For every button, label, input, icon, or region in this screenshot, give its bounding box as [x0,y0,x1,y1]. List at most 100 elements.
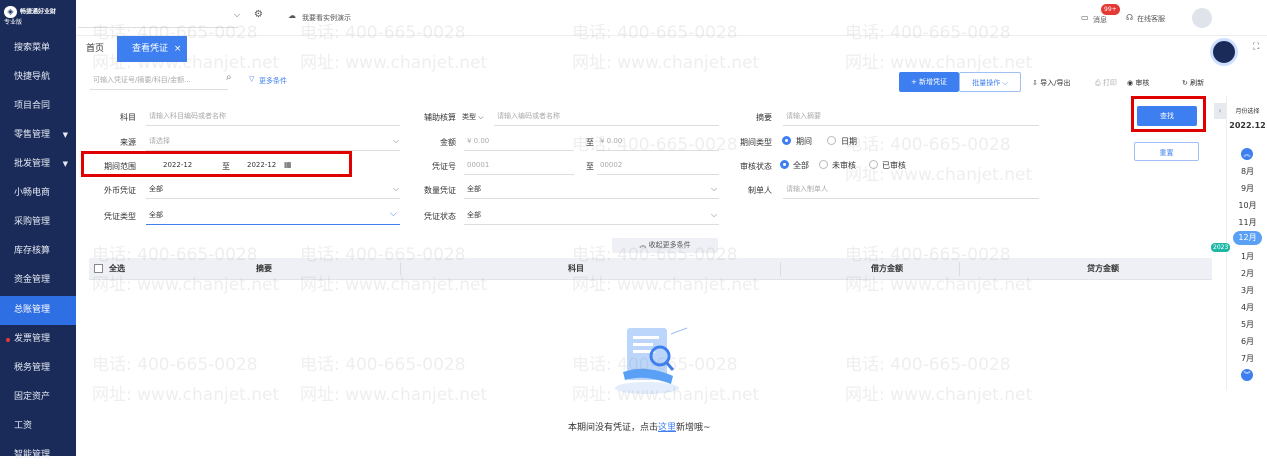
month-item[interactable]: 5月 [1227,319,1267,330]
sidebar-item-invoice[interactable]: 发票管理 [0,325,76,354]
currency-select[interactable]: 全部 [146,179,400,199]
more-conditions-link[interactable]: 更多条件 [259,76,287,86]
highlight-period-range [81,151,352,177]
fullscreen-icon[interactable]: ⛶ [1253,42,1259,52]
filter-bar: 可输入凭证号/摘要/科目/金额... ⌕ ▽ 更多条件 + 新增凭证 批量操作 … [76,66,1212,98]
sidebar-item-wholesale[interactable]: 批发管理 ▼ [0,150,76,179]
collapse-conditions-button[interactable]: ︽ 收起更多条件 [612,238,718,253]
highlight-search-button [1131,96,1206,132]
chevron-down-icon: ⌵ [711,210,718,219]
gear-icon[interactable]: ⚙ [254,9,263,20]
date-radio-icon[interactable] [827,136,836,145]
watermark: 网址: www.chanjet.net [300,385,488,405]
empty-document-icon [615,327,688,394]
month-item[interactable]: 9月 [1227,183,1267,194]
source-select[interactable]: 请选择 [146,131,400,151]
summary-input[interactable]: 请输入摘要 [783,106,1039,126]
scroll-up-icon[interactable]: ︽ [1241,148,1253,160]
sidebar-item-general-ledger[interactable]: 总账管理 [0,296,76,325]
assistant-robot-icon[interactable] [1210,38,1238,66]
top-bar: ⌵ ⚙ ☁ 我要看实例演示 ▭ 消息 99+ ☊ 在线客服 [76,0,1267,36]
qty-select[interactable]: 全部 [464,179,719,199]
vtype-label: 凭证类型 [104,212,136,221]
sidebar-item-search-menu[interactable]: 搜索菜单 [0,34,76,63]
month-item[interactable]: 11月 [1227,217,1267,228]
watermark: 电话: 400-665-0028 [92,355,258,375]
sidebar-item-fixed-assets[interactable]: 固定资产 [0,383,76,412]
sidebar-item-tax[interactable]: 税务管理 [0,354,76,383]
aux-input[interactable]: 请输入编码或者名称 [494,106,719,126]
refresh-button[interactable]: ↻ 刷新 [1182,78,1204,88]
audit-button[interactable]: ◉ 审核 [1127,78,1149,88]
new-voucher-button[interactable]: + 新增凭证 [899,72,959,92]
select-all-label: 全选 [109,264,125,273]
tab-home[interactable]: 首页 [86,36,104,62]
sidebar-item-funds[interactable]: 资金管理 [0,266,76,295]
headset-icon: ☊ [1126,13,1134,22]
service-label[interactable]: 在线客服 [1137,14,1165,24]
messages-label[interactable]: 消息 [1093,15,1107,25]
sidebar-item-project-contract[interactable]: 项目合同 [0,92,76,121]
maker-input[interactable]: 请输入制单人 [783,179,1039,199]
audited-radio-icon[interactable] [869,160,878,169]
print-button[interactable]: ⎙ 打印 [1095,78,1117,88]
date-option[interactable]: 日期 [841,136,857,147]
messages-badge: 99+ [1101,4,1120,15]
audited-option[interactable]: 已审核 [882,160,906,171]
add-voucher-link[interactable]: 这里 [658,423,676,433]
search-input[interactable]: 可输入凭证号/摘要/科目/金额... [90,70,228,90]
month-item[interactable]: 1月 [1227,251,1267,262]
reset-button[interactable]: 重置 [1134,142,1199,161]
select-all-checkbox[interactable] [94,264,103,273]
sidebar-item-quick-nav[interactable]: 快捷导航 [0,63,76,92]
tab-view-voucher[interactable]: 查看凭证 × [117,36,187,62]
vstatus-select[interactable]: 全部 [464,205,719,225]
month-item-selected[interactable]: 12月 [1233,231,1262,245]
chevron-down-icon: ▼ [62,131,68,139]
unaudited-option[interactable]: 未审核 [832,160,856,171]
month-item[interactable]: 3月 [1227,285,1267,296]
vstatus-label: 凭证状态 [424,212,456,221]
scroll-down-icon[interactable]: ︾ [1241,369,1253,381]
search-icon[interactable]: ⌕ [226,72,232,83]
month-item[interactable]: 2月 [1227,268,1267,279]
period-radio-icon[interactable] [782,136,791,145]
batch-ops-button[interactable]: 批量操作 ⌵ [959,72,1021,92]
sidebar-item-payroll[interactable]: 工资 [0,412,76,441]
sidebar-item-inventory[interactable]: 库存核算 [0,237,76,266]
unaudited-radio-icon[interactable] [819,160,828,169]
month-item[interactable]: 7月 [1227,353,1267,364]
period-option[interactable]: 期间 [796,136,812,147]
col-subject: 科目 [568,264,584,273]
message-icon[interactable]: ▭ [1081,13,1089,22]
brand-logo: ◈ 畅捷通好业财 专业版 [0,0,76,34]
account-set-select[interactable] [78,10,238,28]
month-item[interactable]: 10月 [1227,200,1267,211]
subject-input[interactable]: 请输入科目编码或者名称 [146,106,400,126]
close-icon[interactable]: × [174,44,182,54]
import-export-button[interactable]: ⇩ 导入/导出 [1032,78,1070,88]
summary-label: 摘要 [756,113,772,122]
voucher-no-to-input[interactable]: 00002 [597,155,719,175]
audit-all-option[interactable]: 全部 [793,160,809,171]
month-item[interactable]: 6月 [1227,336,1267,347]
sidebar: ◈ 畅捷通好业财 专业版 搜索菜单 快捷导航 项目合同 零售管理 ▼ 批发管理 ▼ 小… [0,0,76,460]
aux-label: 辅助核算 [424,113,456,122]
panel-toggle-icon[interactable]: › [1214,103,1226,119]
chevron-down-icon: ⌵ [393,184,400,193]
voucher-no-from-input[interactable]: 00001 [464,155,574,175]
month-item[interactable]: 4月 [1227,302,1267,313]
aux-type-select[interactable]: 类型 ⌵ [462,112,484,122]
sidebar-item-purchase[interactable]: 采购管理 [0,208,76,237]
audit-all-radio-icon[interactable] [780,160,789,169]
brand-name: 畅捷通好业财 [20,8,57,16]
demo-link[interactable]: 我要看实例演示 [302,13,351,23]
amount-from-input[interactable]: ¥ 0.00 [464,131,574,151]
month-item[interactable]: 8月 [1227,166,1267,177]
voucher-no-label: 凭证号 [432,162,456,171]
sidebar-item-retail[interactable]: 零售管理 ▼ [0,121,76,150]
vtype-select[interactable]: 全部 [146,205,400,225]
avatar[interactable] [1192,8,1212,28]
sidebar-item-ecommerce[interactable]: 小畅电商 [0,179,76,208]
amount-to-input[interactable]: ¥ 0.00 [597,131,719,151]
